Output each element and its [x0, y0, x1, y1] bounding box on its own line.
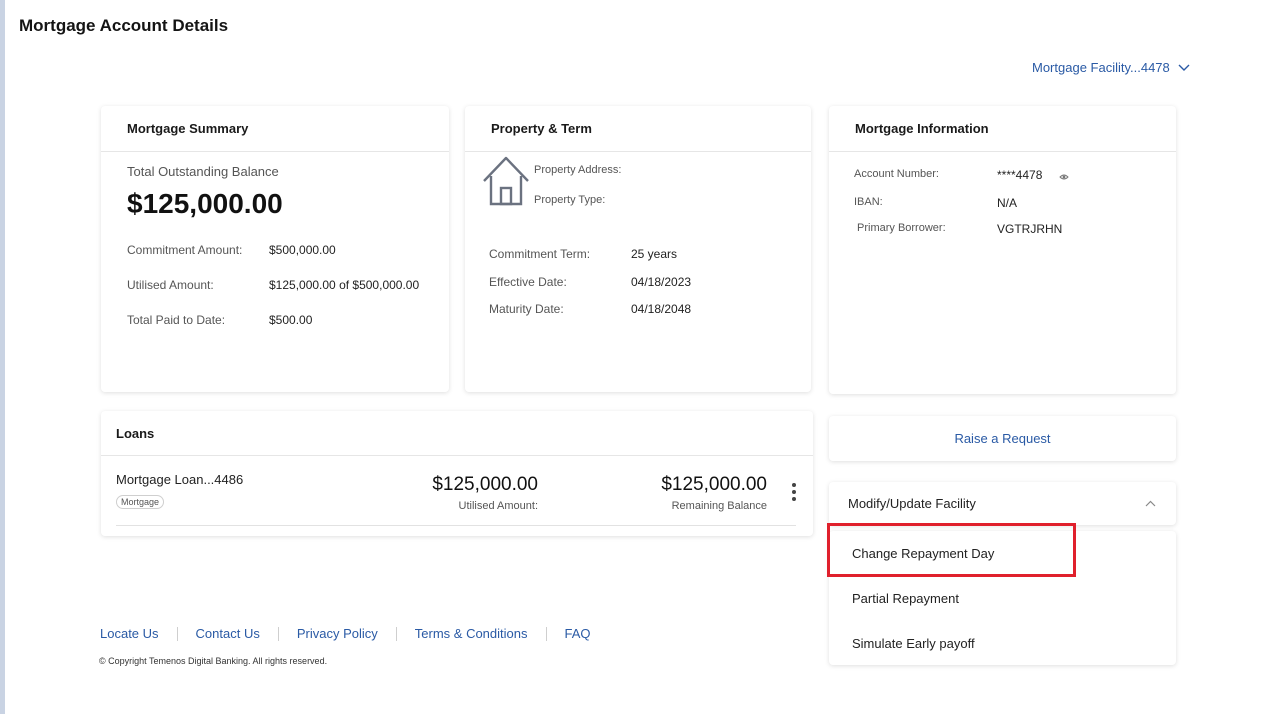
chevron-down-icon	[1178, 64, 1190, 71]
facility-dropdown[interactable]: Mortgage Facility...4478	[1032, 60, 1190, 75]
modify-update-facility-toggle[interactable]: Modify/Update Facility	[829, 482, 1176, 525]
footer-divider	[395, 626, 397, 641]
footer-link-privacy-policy[interactable]: Privacy Policy	[297, 626, 378, 641]
loan-divider	[116, 525, 796, 526]
house-icon	[483, 156, 529, 206]
highlight-annotation-box	[827, 523, 1076, 577]
facility-dropdown-label: Mortgage Facility...4478	[1032, 60, 1170, 75]
maturity-date-value: 04/18/2048	[631, 302, 692, 316]
footer-link-terms-conditions[interactable]: Terms & Conditions	[415, 626, 528, 641]
effective-date-value: 04/18/2023	[631, 275, 692, 289]
account-number-label: Account Number:	[854, 168, 939, 180]
property-term-card: Property & Term Property Address: Proper…	[465, 106, 811, 392]
property-term-header: Property & Term	[465, 106, 811, 152]
property-type-label: Property Type:	[534, 194, 606, 206]
eye-icon[interactable]	[1059, 173, 1069, 181]
mortgage-information-card: Mortgage Information Account Number: ***…	[829, 106, 1176, 394]
footer-link-contact-us[interactable]: Contact Us	[196, 626, 260, 641]
mortgage-summary-card: Mortgage Summary Total Outstanding Balan…	[101, 106, 449, 392]
page-title: Mortgage Account Details	[19, 16, 229, 35]
account-number-value: ****4478	[997, 168, 1043, 182]
primary-borrower-value: VGTRJRHN	[997, 222, 1063, 236]
raise-request-button[interactable]: Raise a Request	[829, 416, 1176, 461]
total-outstanding-value: $125,000.00	[127, 188, 283, 219]
loans-header: Loans	[101, 411, 813, 456]
total-paid-label: Total Paid to Date:	[127, 313, 226, 327]
utilised-amount-value: $125,000.00	[432, 474, 538, 495]
commitment-amount-value: $500,000.00	[269, 243, 336, 257]
footer-link-locate-us[interactable]: Locate Us	[100, 626, 159, 641]
remaining-balance-label: Remaining Balance	[671, 500, 767, 512]
loan-type-badge: Mortgage	[116, 495, 165, 509]
footer-divider	[545, 626, 547, 641]
remaining-balance-value: $125,000.00	[661, 474, 767, 495]
property-address-label: Property Address:	[534, 164, 622, 176]
utilised-amount-value: $125,000.00 of $500,000.00	[269, 278, 420, 292]
commitment-term-value: 25 years	[631, 247, 678, 261]
left-edge-bar	[0, 0, 5, 714]
footer-divider	[176, 626, 178, 641]
loans-card: Loans Mortgage Loan...4486 Mortgage $125…	[101, 411, 813, 536]
effective-date-label: Effective Date:	[489, 275, 567, 289]
utilised-amount-label: Utilised Amount:	[127, 278, 214, 292]
maturity-date-label: Maturity Date:	[489, 302, 564, 316]
chevron-up-icon	[1145, 500, 1156, 507]
primary-borrower-label: Primary Borrower:	[857, 222, 946, 234]
iban-label: IBAN:	[854, 196, 883, 208]
mortgage-information-header: Mortgage Information	[829, 106, 1176, 152]
total-outstanding-label: Total Outstanding Balance	[127, 164, 279, 179]
menu-item-partial-repayment[interactable]: Partial Repayment	[852, 591, 959, 606]
modify-update-facility-label: Modify/Update Facility	[848, 496, 976, 511]
menu-item-simulate-early-payoff[interactable]: Simulate Early payoff	[852, 636, 975, 651]
kebab-menu-icon[interactable]	[790, 483, 798, 501]
total-paid-value: $500.00	[269, 313, 313, 327]
commitment-term-label: Commitment Term:	[489, 247, 591, 261]
loan-name-link[interactable]: Mortgage Loan...4486	[116, 472, 243, 487]
iban-value: N/A	[997, 196, 1018, 210]
footer-link-faq[interactable]: FAQ	[565, 626, 591, 641]
commitment-amount-label: Commitment Amount:	[127, 243, 243, 257]
footer-links: Locate Us Contact Us Privacy Policy Term…	[100, 626, 591, 641]
utilised-amount-label: Utilised Amount:	[458, 500, 538, 512]
mortgage-summary-header: Mortgage Summary	[101, 106, 449, 152]
footer-divider	[277, 626, 279, 641]
copyright-text: © Copyright Temenos Digital Banking. All…	[99, 656, 328, 666]
